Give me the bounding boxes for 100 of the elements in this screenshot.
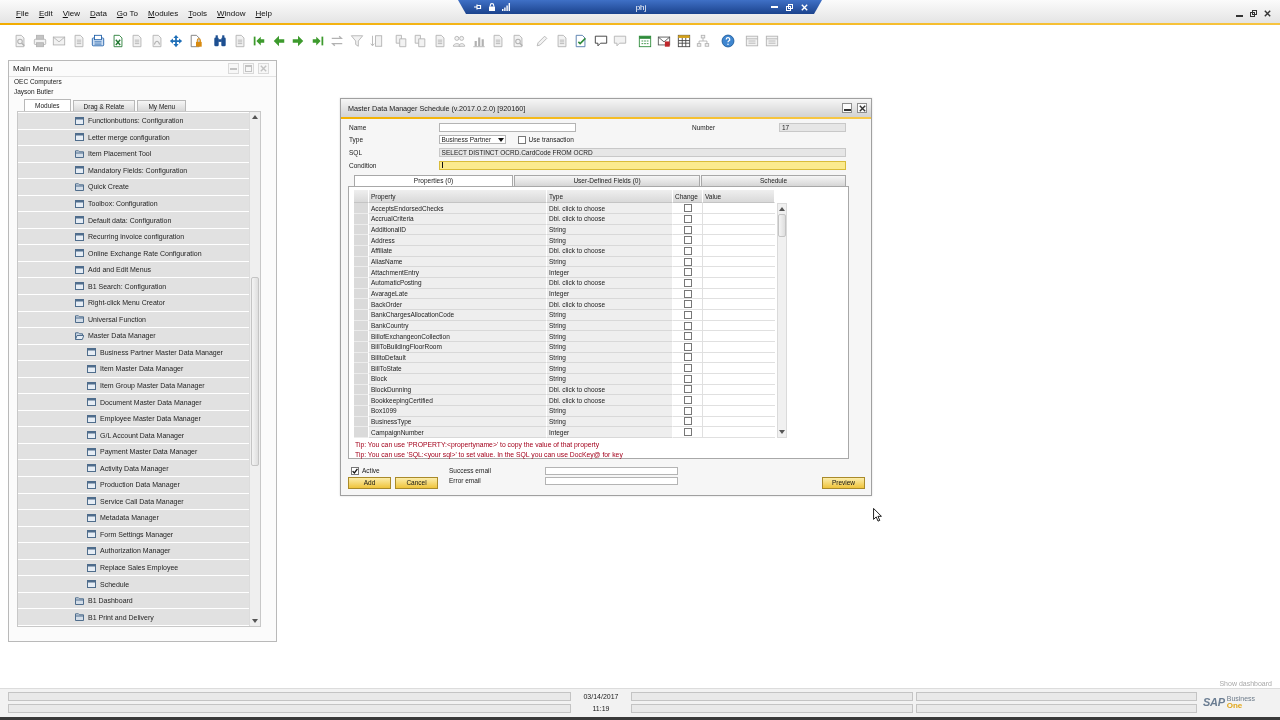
calendar-icon[interactable] <box>637 33 652 48</box>
checkbox[interactable] <box>351 466 359 475</box>
minimize-icon[interactable] <box>1236 15 1243 17</box>
maximize-button[interactable] <box>243 63 254 74</box>
row-header-cell[interactable] <box>354 310 369 321</box>
checkbox[interactable] <box>683 385 692 394</box>
locked-document-icon[interactable] <box>188 33 203 48</box>
input-field[interactable] <box>438 122 576 132</box>
input-field[interactable] <box>438 160 846 170</box>
close-icon <box>858 104 866 112</box>
binoculars-icon[interactable] <box>213 33 227 48</box>
envelope-alert-icon[interactable] <box>657 33 671 48</box>
checkbox[interactable] <box>683 353 692 362</box>
menu-item[interactable]: Help <box>255 9 272 18</box>
menu-item[interactable]: Modules <box>148 9 179 18</box>
checkbox[interactable] <box>683 406 692 415</box>
checkbox[interactable] <box>683 225 692 234</box>
window-icon <box>75 216 84 225</box>
restore-icon[interactable] <box>786 3 793 11</box>
row-header-cell[interactable] <box>354 224 369 236</box>
row-header-cell[interactable] <box>354 395 369 406</box>
row-header-cell[interactable] <box>354 352 369 364</box>
menu-item[interactable]: Edit <box>38 9 53 18</box>
scrollbar[interactable] <box>777 203 787 439</box>
table-icon[interactable] <box>676 33 691 48</box>
checkbox[interactable] <box>683 268 692 277</box>
close-icon[interactable] <box>1264 10 1271 17</box>
right-arrow-icon[interactable] <box>291 33 305 48</box>
fax-icon[interactable] <box>91 33 105 48</box>
checkbox[interactable] <box>683 204 692 213</box>
row-header-cell[interactable] <box>354 299 369 311</box>
row-header-cell[interactable] <box>354 373 369 385</box>
checkbox[interactable] <box>683 236 692 245</box>
arrow-up-icon[interactable] <box>779 207 785 212</box>
checked-document-icon[interactable] <box>574 33 588 48</box>
session-title: phj <box>635 2 647 12</box>
help-icon[interactable] <box>720 33 735 48</box>
scrollbar-thumb[interactable] <box>778 214 786 238</box>
checkbox[interactable] <box>683 321 692 330</box>
arrow-down-icon[interactable] <box>779 430 785 435</box>
row-header-cell[interactable] <box>354 405 369 417</box>
menu-item[interactable]: File <box>16 9 29 18</box>
row-header-cell[interactable] <box>354 214 369 225</box>
signal-bars-icon[interactable] <box>502 3 510 11</box>
checkbox[interactable] <box>683 396 692 405</box>
row-header-cell[interactable] <box>354 288 369 300</box>
row-header-cell[interactable] <box>354 235 369 247</box>
window-icon <box>75 116 84 125</box>
checkbox[interactable] <box>683 417 692 426</box>
checkbox[interactable] <box>683 246 692 255</box>
input-field[interactable] <box>545 466 678 475</box>
checkbox[interactable] <box>683 278 692 287</box>
minimize-button[interactable] <box>842 103 852 113</box>
minimize-icon[interactable] <box>771 6 778 8</box>
checkbox[interactable] <box>517 135 526 144</box>
row-header-cell[interactable] <box>354 278 369 289</box>
menu-item[interactable]: Tools <box>188 9 207 18</box>
row-header-cell[interactable] <box>354 384 369 396</box>
checkbox[interactable] <box>683 214 692 223</box>
row-header-cell[interactable] <box>354 416 369 428</box>
checkbox[interactable] <box>683 300 692 309</box>
window-icon <box>75 133 84 142</box>
minimize-icon <box>230 67 237 70</box>
row-header-cell[interactable] <box>354 203 369 215</box>
close-button[interactable] <box>857 103 867 113</box>
checkbox[interactable] <box>683 428 692 437</box>
checkbox[interactable] <box>683 374 692 383</box>
pin-icon[interactable] <box>474 3 482 11</box>
restore-icon[interactable] <box>1250 10 1257 17</box>
speech-bubble-icon[interactable] <box>593 33 608 48</box>
checkbox[interactable] <box>683 289 692 298</box>
row-header-cell[interactable] <box>354 363 369 374</box>
row-header-cell[interactable] <box>354 256 369 268</box>
left-arrow-icon[interactable] <box>271 33 286 48</box>
row-header-cell[interactable] <box>354 427 369 438</box>
checkbox[interactable] <box>683 332 692 341</box>
spreadsheet-icon[interactable] <box>110 33 125 48</box>
row-header-cell[interactable] <box>354 320 369 332</box>
lock-icon[interactable] <box>488 3 496 11</box>
window-icon <box>87 530 96 539</box>
menu-item[interactable]: Window <box>217 9 246 18</box>
arrow-up-icon[interactable] <box>252 115 258 119</box>
four-way-arrow-icon[interactable] <box>169 33 183 48</box>
checkbox[interactable] <box>683 342 692 351</box>
row-header-cell[interactable] <box>354 246 369 257</box>
checkbox[interactable] <box>683 257 692 266</box>
arrow-down-icon[interactable] <box>252 619 258 623</box>
window-icon <box>75 166 84 175</box>
checkbox[interactable] <box>683 364 692 373</box>
menu-item[interactable]: Go To <box>116 9 139 18</box>
row-header-cell[interactable] <box>354 267 369 279</box>
menu-item[interactable]: Data <box>89 9 107 18</box>
window-icon <box>87 563 96 572</box>
row-header-cell[interactable] <box>354 331 369 342</box>
menu-item[interactable]: View <box>62 9 80 18</box>
scrollbar[interactable] <box>249 112 260 626</box>
input-field[interactable] <box>545 476 678 485</box>
row-header-cell[interactable] <box>354 342 369 353</box>
checkbox[interactable] <box>683 310 692 319</box>
scrollbar-thumb[interactable] <box>251 277 259 466</box>
